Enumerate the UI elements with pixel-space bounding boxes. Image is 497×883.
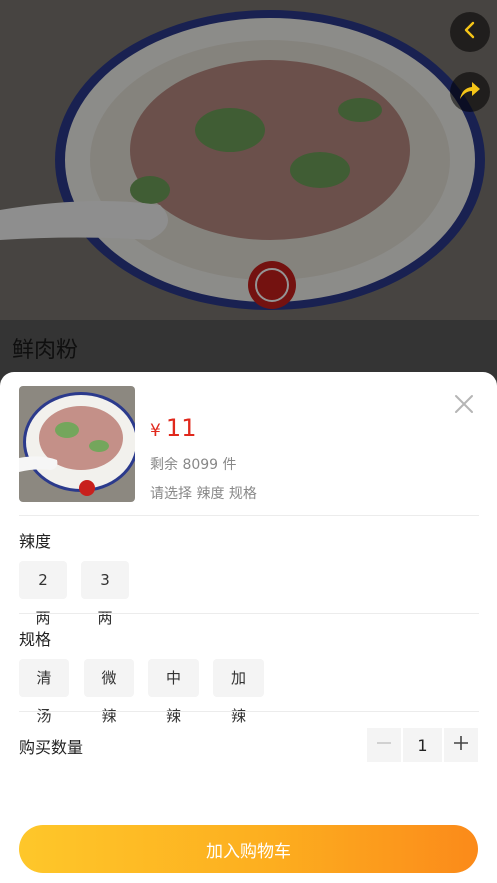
- chevron-left-icon: [460, 20, 480, 44]
- close-button[interactable]: [452, 392, 476, 416]
- option-spice-1[interactable]: 2两: [19, 561, 67, 627]
- price-value: 11: [165, 414, 197, 442]
- share-arrow-icon: [458, 79, 482, 105]
- share-button[interactable]: [450, 72, 490, 112]
- back-button[interactable]: [450, 12, 490, 52]
- divider: [19, 711, 479, 712]
- option-spec-1[interactable]: 清汤: [19, 659, 69, 725]
- quantity-label: 购买数量: [19, 738, 84, 757]
- plus-icon: [452, 734, 470, 756]
- product-thumbnail: [19, 386, 135, 502]
- divider: [19, 613, 479, 614]
- spec-section-title: 规格: [19, 630, 52, 649]
- option-spec-4[interactable]: 加辣: [213, 659, 264, 725]
- price: ¥ 11: [150, 414, 196, 442]
- option-spice-2[interactable]: 3两: [81, 561, 129, 627]
- option-spec-3[interactable]: 中辣: [148, 659, 199, 725]
- selection-hint: 请选择 辣度 规格: [150, 486, 257, 502]
- quantity-stepper: 1: [367, 728, 478, 762]
- spice-section-title: 辣度: [19, 532, 52, 551]
- stock-remaining: 剩余 8099 件: [150, 457, 237, 473]
- divider: [19, 515, 479, 516]
- close-icon: [452, 395, 476, 420]
- decrement-button[interactable]: [367, 728, 401, 762]
- minus-icon: [375, 734, 393, 756]
- add-to-cart-button[interactable]: 加入购物车: [19, 825, 478, 873]
- quantity-value[interactable]: 1: [403, 728, 442, 762]
- currency-symbol: ¥: [150, 421, 161, 441]
- increment-button[interactable]: [444, 728, 478, 762]
- option-spec-2[interactable]: 微辣: [84, 659, 134, 725]
